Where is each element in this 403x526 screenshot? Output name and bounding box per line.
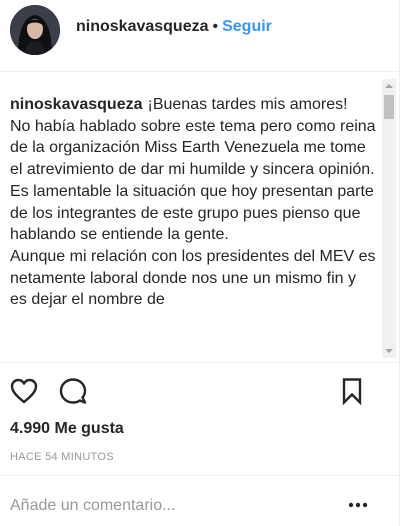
divider	[0, 475, 400, 476]
like-button[interactable]	[9, 376, 39, 406]
comment-button[interactable]	[58, 376, 88, 406]
comment-icon	[59, 378, 87, 404]
header-text: ninoskavasqueza • Seguir	[76, 17, 272, 37]
caption-username[interactable]: ninoskavasqueza	[10, 96, 143, 113]
post-header: ninoskavasqueza • Seguir	[0, 0, 400, 72]
scroll-up-arrow-icon[interactable]	[382, 79, 396, 93]
caption-paragraph-3: Aunque mi relación con los presidentes d…	[10, 247, 376, 309]
post-timestamp[interactable]: HACE 54 MINUTOS	[10, 450, 114, 464]
avatar[interactable]	[10, 5, 60, 55]
header-separator: •	[212, 18, 219, 35]
action-bar	[0, 370, 400, 412]
scroll-down-arrow-icon[interactable]	[382, 344, 396, 358]
follow-button[interactable]: Seguir	[222, 18, 272, 35]
save-button[interactable]	[337, 376, 367, 406]
comment-input[interactable]	[10, 496, 330, 516]
scrollbar-thumb[interactable]	[384, 95, 394, 119]
profile-avatar-icon	[10, 5, 60, 55]
post-panel: ninoskavasqueza • Seguir ninoskavasqueza ¡B…	[0, 0, 400, 526]
bookmark-icon	[342, 378, 362, 406]
header-username[interactable]: ninoskavasqueza	[76, 18, 209, 35]
heart-icon	[10, 378, 38, 404]
caption-paragraph-1: ninoskavasqueza ¡Buenas tardes mis amores…	[10, 94, 376, 116]
caption-text-1: ¡Buenas tardes mis amores!	[147, 96, 348, 113]
caption-scrollbar[interactable]	[382, 79, 396, 358]
caption: ninoskavasqueza ¡Buenas tardes mis amores…	[10, 94, 376, 311]
caption-paragraph-2: No había hablado sobre este tema pero co…	[10, 117, 376, 244]
caption-scroll-area[interactable]: ninoskavasqueza ¡Buenas tardes mis amores…	[0, 72, 400, 358]
more-options-icon	[348, 502, 368, 508]
like-count[interactable]: 4.990 Me gusta	[10, 419, 124, 439]
more-options-button[interactable]	[344, 494, 372, 516]
divider	[0, 362, 400, 363]
